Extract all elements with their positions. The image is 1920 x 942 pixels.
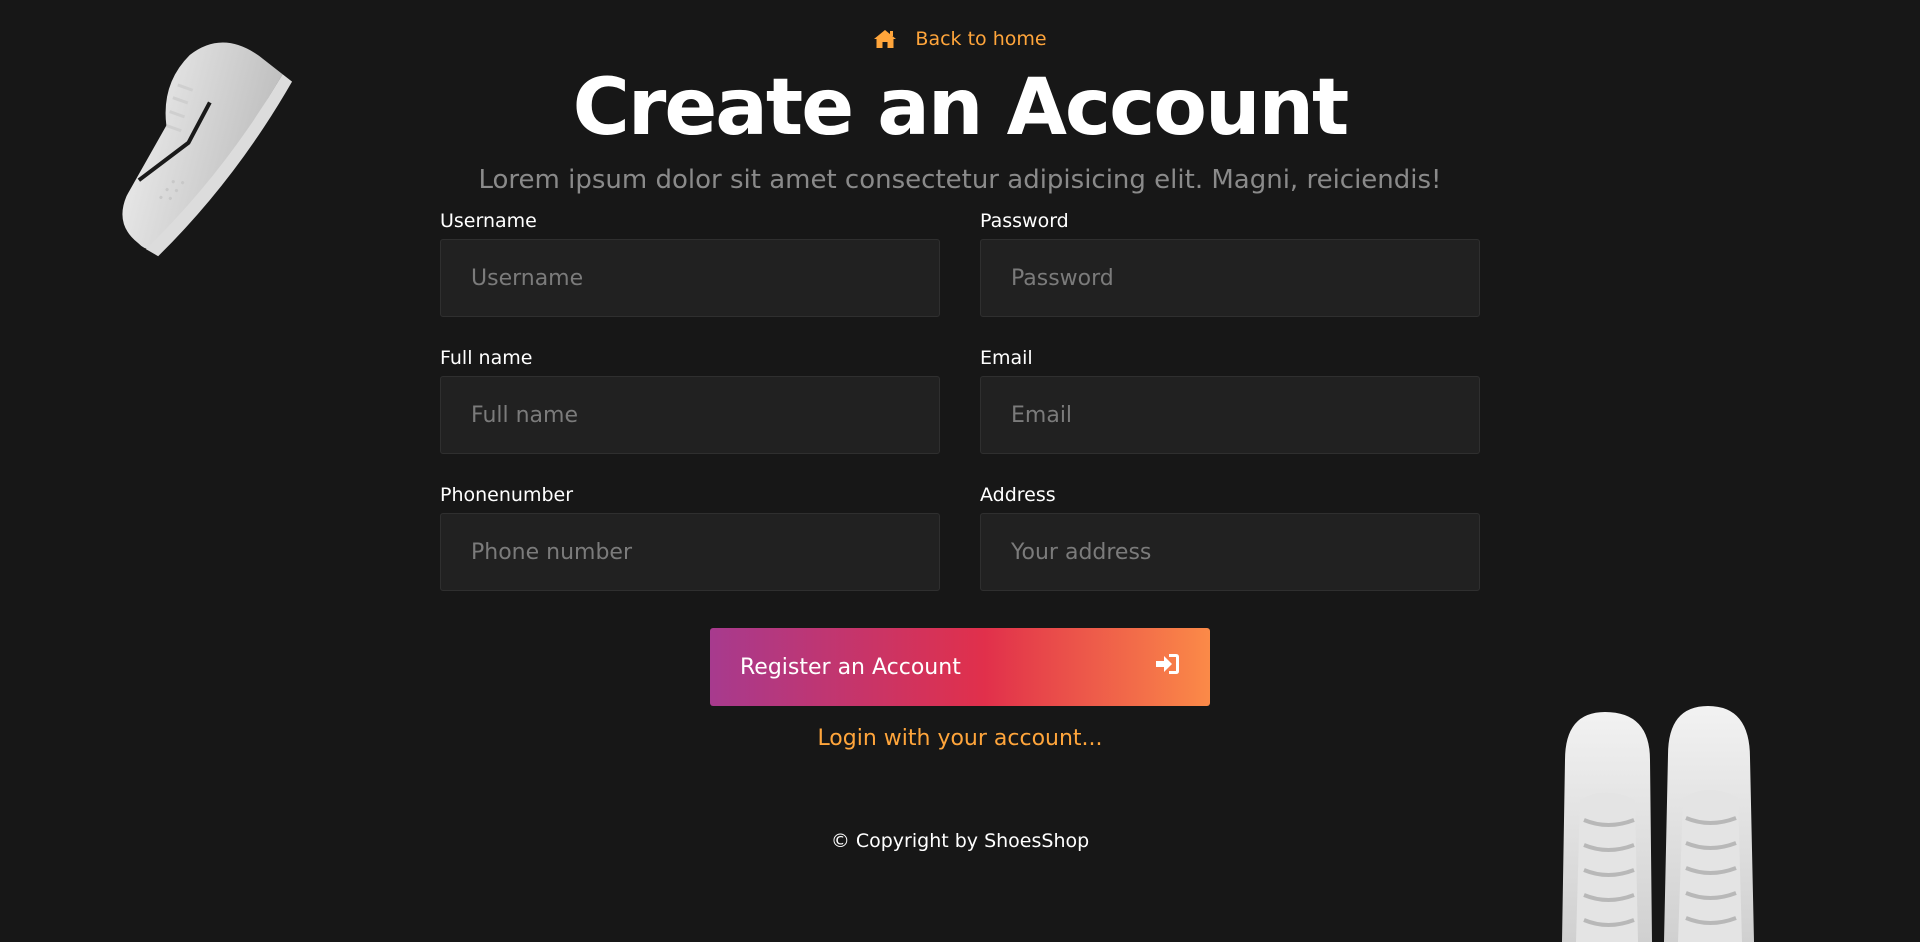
address-label: Address (980, 484, 1056, 506)
password-input[interactable] (980, 239, 1480, 317)
register-page: Back to home Create an Account Lorem ips… (0, 0, 1920, 942)
page-title: Create an Account (572, 63, 1350, 153)
email-label: Email (980, 347, 1033, 369)
email-field-group: Email (980, 347, 1480, 454)
form-row: Phonenumber Address (440, 484, 1480, 591)
phone-label: Phonenumber (440, 484, 574, 506)
password-label: Password (980, 210, 1069, 232)
sneakers-top-image (1562, 706, 1754, 942)
register-button[interactable]: Register an Account (710, 628, 1210, 706)
back-to-home-label: Back to home (915, 28, 1047, 50)
home-icon (873, 29, 897, 49)
register-form: Username Password Full name Email Phonen… (440, 210, 1480, 621)
address-field-group: Address (980, 484, 1480, 591)
email-input[interactable] (980, 376, 1480, 454)
sign-in-icon (1154, 653, 1180, 681)
password-field-group: Password (980, 210, 1480, 317)
username-input[interactable] (440, 239, 940, 317)
fullname-field-group: Full name (440, 347, 940, 454)
fullname-label: Full name (440, 347, 533, 369)
fullname-input[interactable] (440, 376, 940, 454)
register-button-label: Register an Account (740, 654, 961, 680)
phone-input[interactable] (440, 513, 940, 591)
page-subtitle: Lorem ipsum dolor sit amet consectetur a… (478, 165, 1442, 195)
address-input[interactable] (980, 513, 1480, 591)
phone-field-group: Phonenumber (440, 484, 940, 591)
back-to-home-link[interactable]: Back to home (0, 28, 1920, 50)
form-row: Username Password (440, 210, 1480, 317)
username-label: Username (440, 210, 537, 232)
form-row: Full name Email (440, 347, 1480, 454)
username-field-group: Username (440, 210, 940, 317)
